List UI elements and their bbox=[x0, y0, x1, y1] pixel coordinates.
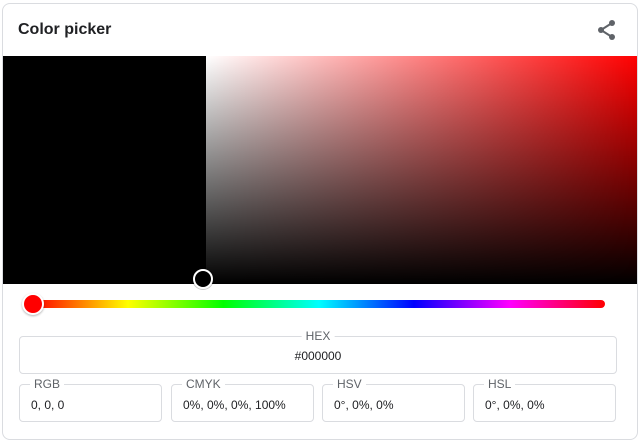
hue-slider[interactable] bbox=[33, 300, 605, 308]
cmyk-field[interactable]: CMYK bbox=[171, 377, 314, 422]
hex-field[interactable]: HEX bbox=[19, 329, 617, 374]
cmyk-label: CMYK bbox=[182, 377, 225, 391]
saturation-value-handle[interactable] bbox=[193, 269, 213, 289]
hsl-label: HSL bbox=[484, 377, 516, 391]
hsv-label: HSV bbox=[333, 377, 366, 391]
color-picker-card: Color picker bbox=[2, 3, 638, 440]
hex-label: HEX bbox=[301, 329, 335, 343]
hsv-input[interactable] bbox=[334, 398, 454, 412]
card-header: Color picker bbox=[3, 4, 637, 57]
card-title: Color picker bbox=[18, 21, 112, 38]
hsl-input[interactable] bbox=[485, 398, 605, 412]
hue-slider-handle[interactable] bbox=[22, 293, 44, 315]
rgb-field[interactable]: RGB bbox=[19, 377, 162, 422]
saturation-value-area[interactable] bbox=[206, 56, 637, 284]
rgb-input[interactable] bbox=[31, 398, 151, 412]
share-icon[interactable] bbox=[595, 18, 619, 42]
hsv-field[interactable]: HSV bbox=[322, 377, 465, 422]
color-canvas[interactable] bbox=[3, 56, 637, 284]
selected-color-preview bbox=[3, 56, 206, 284]
hex-input[interactable] bbox=[20, 349, 616, 363]
rgb-label: RGB bbox=[30, 377, 65, 391]
hsl-field[interactable]: HSL bbox=[473, 377, 616, 422]
cmyk-input[interactable] bbox=[183, 398, 303, 412]
